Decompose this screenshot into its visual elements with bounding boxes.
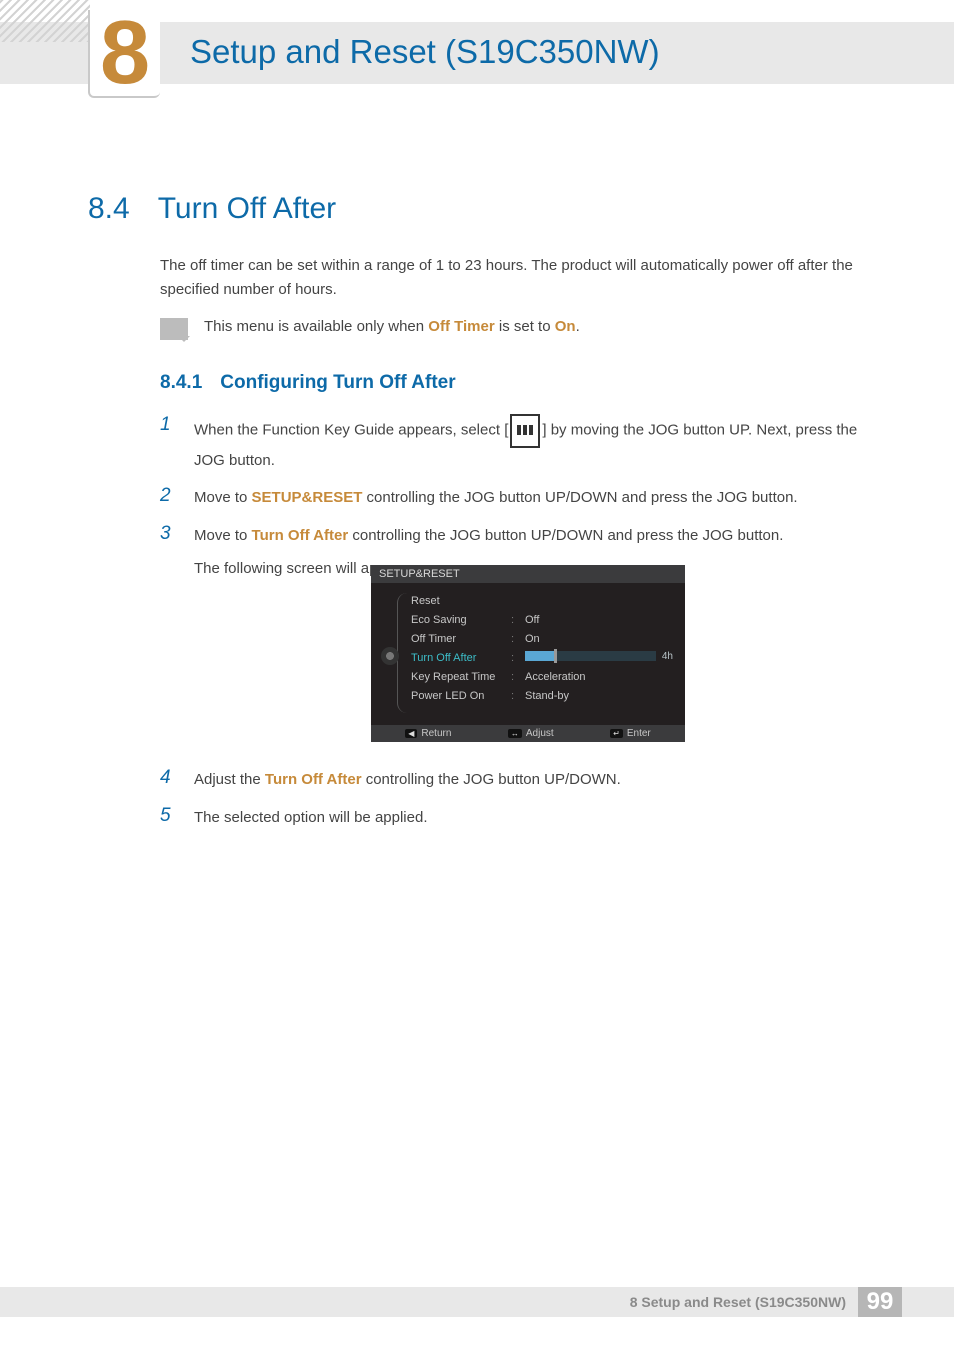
return-icon: ◀	[405, 729, 417, 738]
section-title: Turn Off After	[158, 192, 336, 226]
step-number: 2	[160, 485, 178, 511]
osd-screenshot: SETUP&RESET Reset Eco Saving : Off Off T…	[371, 565, 685, 742]
step-text: Move to SETUP&RESET controlling the JOG …	[194, 485, 798, 511]
osd-value: On	[525, 633, 673, 645]
step-number: 1	[160, 414, 178, 473]
step-number: 4	[160, 767, 178, 793]
corner-hatch	[0, 0, 90, 42]
step-1: 1 When the Function Key Guide appears, s…	[160, 414, 866, 473]
step4-bold: Turn Off After	[265, 771, 362, 788]
step-text: The selected option will be applied.	[194, 805, 427, 831]
osd-value: Stand-by	[525, 690, 673, 702]
osd-label: Eco Saving	[411, 614, 511, 626]
note-prefix: This menu is available only when	[204, 318, 428, 335]
osd-colon: :	[511, 614, 525, 626]
osd-row-powerled: Power LED On : Stand-by	[383, 686, 673, 705]
osd-enter: ↵ Enter	[610, 728, 651, 739]
note-icon	[160, 318, 188, 340]
step2-a: Move to	[194, 489, 252, 506]
section-intro: The off timer can be set within a range …	[160, 254, 866, 302]
chapter-badge: 8	[88, 10, 160, 98]
osd-row-reset: Reset	[383, 591, 673, 610]
step4-b: controlling the JOG button UP/DOWN.	[362, 771, 621, 788]
osd-enter-label: Enter	[627, 728, 651, 739]
section-number: 8.4	[88, 192, 130, 226]
steps-after: 4 Adjust the Turn Off After controlling …	[160, 767, 866, 842]
menu-icon	[510, 414, 540, 448]
osd-slider: 4h	[525, 651, 673, 662]
step-2: 2 Move to SETUP&RESET controlling the JO…	[160, 485, 866, 511]
osd-adjust: ↔ Adjust	[508, 728, 554, 739]
step-4: 4 Adjust the Turn Off After controlling …	[160, 767, 866, 793]
osd-row-offtimer: Off Timer : On	[383, 629, 673, 648]
chapter-number: 8	[100, 8, 150, 98]
subsection-number: 8.4.1	[160, 372, 202, 394]
osd-value: Acceleration	[525, 671, 673, 683]
gear-icon	[381, 647, 399, 665]
note: This menu is available only when Off Tim…	[160, 318, 866, 340]
osd-row-keyrepeat: Key Repeat Time : Acceleration	[383, 667, 673, 686]
osd-colon: :	[511, 633, 525, 645]
step2-bold: SETUP&RESET	[252, 489, 363, 506]
osd-footer: ◀ Return ↔ Adjust ↵ Enter	[371, 725, 685, 742]
osd-value: 4h	[525, 651, 673, 665]
slider-handle	[554, 649, 557, 663]
osd-colon: :	[511, 652, 525, 664]
step-text: When the Function Key Guide appears, sel…	[194, 414, 866, 473]
page-number: 99	[858, 1287, 902, 1317]
note-text: This menu is available only when Off Tim…	[204, 318, 580, 335]
slider-track	[525, 651, 656, 661]
note-bold1: Off Timer	[428, 318, 494, 335]
note-mid: is set to	[495, 318, 555, 335]
osd-adjust-label: Adjust	[526, 728, 554, 739]
enter-icon: ↵	[610, 729, 623, 738]
step3-a: Move to	[194, 527, 252, 544]
adjust-icon: ↔	[508, 729, 522, 738]
step-number: 5	[160, 805, 178, 831]
osd-label: Key Repeat Time	[411, 671, 511, 683]
subsection-heading: 8.4.1 Configuring Turn Off After	[160, 372, 456, 394]
slider-text: 4h	[662, 651, 673, 662]
osd-row-eco: Eco Saving : Off	[383, 610, 673, 629]
step2-b: controlling the JOG button UP/DOWN and p…	[362, 489, 797, 506]
section-heading: 8.4 Turn Off After	[88, 192, 336, 226]
chapter-title: Setup and Reset (S19C350NW)	[190, 33, 660, 71]
osd-label: Turn Off After	[411, 652, 511, 664]
osd-return: ◀ Return	[405, 728, 451, 739]
footer-bar: 8 Setup and Reset (S19C350NW) 99	[0, 1287, 954, 1317]
note-suffix: .	[576, 318, 580, 335]
step-5: 5 The selected option will be applied.	[160, 805, 866, 831]
osd-return-label: Return	[421, 728, 451, 739]
step-number: 3	[160, 523, 178, 582]
note-bold2: On	[555, 318, 576, 335]
osd-label: Reset	[411, 595, 511, 607]
subsection-title: Configuring Turn Off After	[220, 372, 455, 394]
step-text: Adjust the Turn Off After controlling th…	[194, 767, 621, 793]
osd-colon: :	[511, 690, 525, 702]
osd-header: SETUP&RESET	[371, 565, 685, 583]
step3-bold: Turn Off After	[252, 527, 349, 544]
osd-body: Reset Eco Saving : Off Off Timer : On Tu…	[371, 583, 685, 725]
osd-label: Off Timer	[411, 633, 511, 645]
step4-a: Adjust the	[194, 771, 265, 788]
osd-colon: :	[511, 671, 525, 683]
osd-label: Power LED On	[411, 690, 511, 702]
step3-b: controlling the JOG button UP/DOWN and p…	[348, 527, 783, 544]
step1-a: When the Function Key Guide appears, sel…	[194, 422, 504, 439]
osd-value: Off	[525, 614, 673, 626]
footer-text: 8 Setup and Reset (S19C350NW)	[630, 1294, 846, 1310]
osd-row-turnoff: Turn Off After : 4h	[383, 648, 673, 667]
